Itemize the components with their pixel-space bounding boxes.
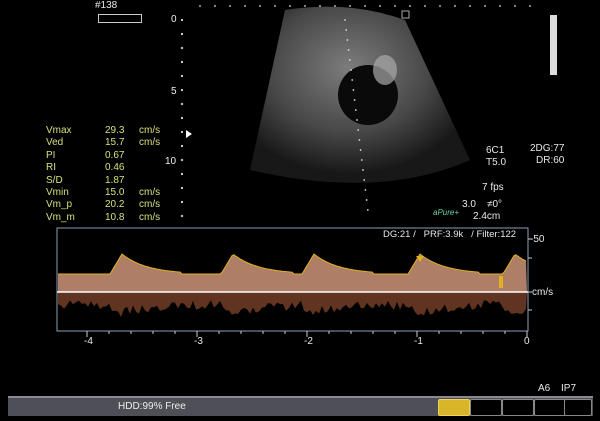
measurement-label: RI [46,162,105,174]
measurement-row: RI 0.46 [46,162,160,174]
clip-slot-1[interactable] [438,399,470,416]
measurement-unit: cm/s [139,137,160,149]
measurement-row: Vmin 15.0 cm/s [46,187,160,199]
velocity-unit: cm/s [532,287,553,298]
time-label: -2 [304,336,313,347]
time-label: -3 [194,336,203,347]
frame-rate: 7 fps [482,182,504,193]
measurement-label: Vm_m [46,212,105,224]
measurement-row: S/D 1.87 [46,175,160,187]
time-label: -1 [414,336,423,347]
orientation-marker-icon [402,11,409,18]
clip-slot-2[interactable] [470,399,502,416]
status-bar: HDD:99% Free [8,396,593,416]
end-diastole-marker [499,276,503,288]
measurement-value: 0.67 [105,150,139,162]
doppler-angle: ≠0° [487,199,502,210]
focus-marker-icon [186,130,192,138]
measurement-label: Vmax [46,125,105,137]
measurement-value: 10.8 [105,212,139,224]
apure-logo: aPure+ [433,208,459,217]
probe-model: 6C1 [486,145,504,156]
measurement-label: Ved [46,137,105,149]
depth-scale [181,19,183,217]
clip-slot-5[interactable] [564,399,592,416]
measurement-label: PI [46,150,105,162]
measurement-row: PI 0.67 [46,150,160,162]
sample-depth: 2.4cm [473,211,500,222]
doppler-settings: DG:21 / PRF:3.9k / Filter:122 [383,229,516,240]
measurement-unit: cm/s [139,199,160,211]
dynamic-range: DR:60 [536,155,564,166]
measurement-row: Ved 15.7 cm/s [46,137,160,149]
measurement-label: S/D [46,175,105,187]
measurement-row: Vm_p 20.2 cm/s [46,199,160,211]
mode-b: IP7 [561,383,576,394]
measurement-unit: cm/s [139,125,160,137]
depth-label: 5 [171,86,177,97]
measurement-label: Vmin [46,187,105,199]
depth-label: 10 [165,156,176,167]
2d-gain: 2DG:77 [530,143,564,154]
measurement-row: Vmax 29.3 cm/s [46,125,160,137]
measurement-value: 0.46 [105,162,139,174]
mode-a: A6 [538,383,550,394]
probe-frequency: T5.0 [486,157,506,168]
grayscale-bar [550,15,557,75]
clip-slot-4[interactable] [534,399,566,416]
velocity-scale-label: -50 [530,234,544,245]
measurement-label: Vm_p [46,199,105,211]
measurement-value: 1.87 [105,175,139,187]
measurement-row: Vm_m 10.8 cm/s [46,212,160,224]
clip-slot-3[interactable] [502,399,534,416]
hdd-status: HDD:99% Free [118,401,186,412]
depth-label: 0 [171,14,177,25]
measurement-panel: Vmax 29.3 cm/s Ved 15.7 cm/s PI 0.67 RI 0.46 S/D 1.… [46,125,160,224]
time-label: -4 [84,336,93,347]
angle-gain: 3.0 [462,199,476,210]
measurement-value: 15.7 [105,137,139,149]
measurement-value: 29.3 [105,125,139,137]
measurement-value: 15.0 [105,187,139,199]
measurement-unit: cm/s [139,212,160,224]
measurement-unit: cm/s [139,187,160,199]
measurement-value: 20.2 [105,199,139,211]
time-label: 0 [524,336,530,347]
